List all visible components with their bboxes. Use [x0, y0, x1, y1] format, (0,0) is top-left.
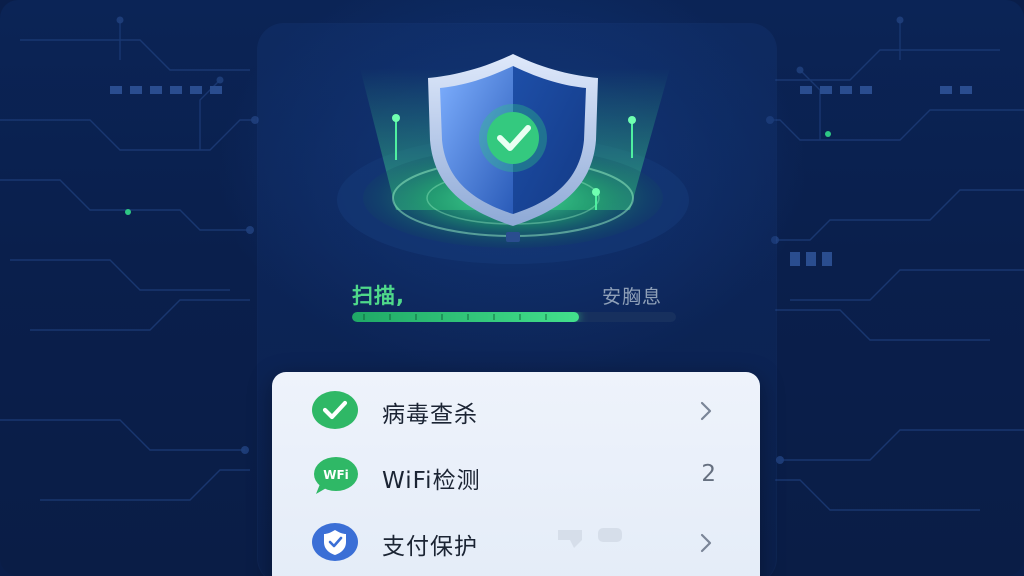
scan-status-text: 安胸息	[601, 286, 662, 308]
progress-ticks	[363, 314, 547, 320]
menu-item-label: WiFi检测	[382, 468, 481, 494]
feature-card: 病毒查杀 WFi WiFi检测 2 支付保护	[272, 372, 760, 576]
shield-check-icon	[312, 523, 358, 561]
menu-item-wifi-check[interactable]: WFi WiFi检测 2	[272, 443, 760, 509]
check-circle-icon	[312, 391, 358, 429]
menu-item-label: 支付保护	[382, 534, 478, 560]
chevron-right-icon	[700, 401, 712, 421]
menu-item-virus-scan[interactable]: 病毒查杀	[272, 377, 760, 443]
wifi-bubble-icon: WFi	[314, 457, 358, 494]
menu-item-payment-protection[interactable]: 支付保护	[272, 509, 760, 575]
app-screen: 扫描, 安胸息 病毒查杀 WFi WiFi检测 2 支付保护	[0, 0, 1024, 576]
shield-hero	[337, 54, 689, 264]
chevron-right-icon	[700, 533, 712, 553]
scan-progress-bar	[352, 312, 676, 322]
scan-status-row: 扫描, 安胸息	[352, 280, 676, 308]
faint-decoration-icon	[558, 528, 622, 548]
wifi-count-badge: 2	[701, 461, 716, 487]
menu-item-label: 病毒查杀	[382, 402, 478, 428]
wifi-icon-text: WFi	[323, 468, 349, 482]
scan-label: 扫描,	[352, 284, 405, 308]
